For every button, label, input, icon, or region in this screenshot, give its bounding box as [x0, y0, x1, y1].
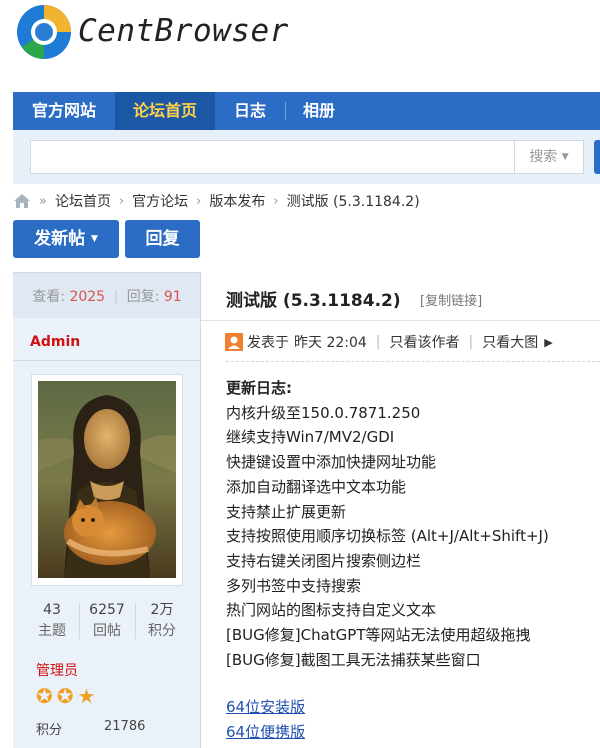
divider [135, 603, 136, 639]
views-label: 查看: [32, 289, 65, 305]
breadcrumb-separator: » [39, 193, 47, 209]
changelog-line: 多列书签中支持搜索 [226, 576, 362, 595]
changelog-line: 支持禁止扩展更新 [226, 502, 347, 521]
only-author-link[interactable]: 只看该作者 [390, 332, 460, 352]
changelog-line: [BUG修复]ChatGPT等网站无法使用超级拖拽 [226, 626, 531, 645]
copy-link[interactable]: [复制链接] [420, 290, 482, 309]
nav-item-official-site[interactable]: 官方网站 [13, 92, 115, 130]
stat-value: 43 [43, 602, 61, 618]
replies-count: 91 [163, 289, 182, 305]
changelog-line: 热门网站的图标支持自定义文本 [226, 601, 437, 620]
centbrowser-logo-icon [17, 5, 71, 59]
breadcrumb-separator: › [196, 193, 202, 209]
divider: | [375, 334, 381, 350]
star-icon: ★ [77, 684, 100, 708]
home-icon[interactable] [13, 193, 31, 209]
author-name[interactable]: Admin [30, 334, 80, 350]
credits-value: 21786 [104, 719, 146, 734]
stat-value: 6257 [89, 602, 125, 618]
rank-stars: ✪✪★ [36, 684, 99, 708]
changelog-line: 快捷键设置中添加快捷网址功能 [226, 453, 437, 472]
divider [79, 603, 80, 639]
author-credits-stat[interactable]: 2万 积分 [137, 600, 187, 642]
post-meta: 发表于 昨天 22:04 | 只看该作者 | 只看大图 ▶ [225, 332, 553, 352]
thread-stats: 查看: 2025 | 回复: 91 [32, 289, 182, 305]
stat-label: 回帖 [93, 623, 121, 639]
star-icon: ✪ [36, 684, 57, 708]
search-input[interactable] [30, 140, 514, 174]
author-topics-stat[interactable]: 43 主题 [27, 600, 77, 642]
breadcrumb-release[interactable]: 版本发布 [209, 191, 265, 211]
breadcrumb-current[interactable]: 测试版 (5.3.1184.2) [287, 191, 420, 211]
divider [13, 360, 201, 361]
main-nav: 官方网站 论坛首页 日志 相册 [13, 92, 600, 130]
breadcrumb-separator: › [273, 193, 279, 209]
changelog-line: 支持右键关闭图片搜索侧边栏 [226, 551, 422, 570]
post-content: 更新日志: 内核升级至150.0.7871.250 继续支持Win7/MV2/G… [226, 376, 549, 672]
changelog-line: 支持按照使用顺序切换标签 (Alt+J/Alt+Shift+J) [226, 527, 549, 546]
nav-item-log[interactable]: 日志 [215, 92, 285, 130]
stat-value: 2万 [150, 602, 174, 618]
divider: | [468, 334, 474, 350]
logo-text: CentBrowser [78, 13, 289, 49]
search-type-label: 搜索 [529, 149, 558, 165]
search-type-dropdown[interactable]: 搜索 ▼ [514, 140, 584, 174]
chevron-down-icon: ▼ [91, 234, 98, 244]
search-submit-button[interactable] [594, 140, 600, 174]
nav-item-album[interactable]: 相册 [286, 92, 352, 130]
divider [226, 361, 600, 362]
new-post-label: 发新帖 [34, 229, 86, 249]
changelog-line: 内核升级至150.0.7871.250 [226, 403, 421, 422]
replies-label: 回复: [126, 289, 160, 305]
download-64bit-installer-link[interactable]: 64位安装版 [226, 696, 305, 717]
reply-button[interactable]: 回复 [125, 220, 200, 258]
column-divider [200, 272, 201, 748]
credits-label: 积分 [36, 723, 63, 738]
author-replies-stat[interactable]: 6257 回帖 [82, 600, 132, 642]
download-64bit-portable-link[interactable]: 64位便携版 [226, 721, 305, 742]
stat-label: 主题 [38, 623, 66, 639]
views-count: 2025 [69, 289, 106, 305]
avatar-image [38, 381, 176, 578]
thread-title: 测试版 (5.3.1184.2) [226, 291, 401, 311]
posted-time: 昨天 22:04 [294, 335, 367, 351]
changelog-line: 添加自动翻译选中文本功能 [226, 477, 407, 496]
divider [201, 320, 600, 321]
posted-label: 发表于 [247, 335, 289, 351]
chevron-down-icon: ▼ [561, 152, 569, 162]
breadcrumb: » 论坛首页 › 官方论坛 › 版本发布 › 测试版 (5.3.1184.2) [13, 190, 420, 212]
changelog-line: [BUG修复]截图工具无法捕获某些窗口 [226, 650, 481, 669]
nav-item-forum-home[interactable]: 论坛首页 [115, 92, 215, 130]
stat-label: 积分 [148, 623, 176, 639]
changelog-line: 继续支持Win7/MV2/GDI [226, 428, 395, 447]
breadcrumb-forum-home[interactable]: 论坛首页 [55, 191, 111, 211]
new-post-button[interactable]: 发新帖 ▼ [13, 220, 119, 258]
user-group[interactable]: 管理员 [36, 660, 78, 680]
star-icon: ✪ [56, 684, 78, 708]
breadcrumb-separator: › [118, 193, 125, 209]
breadcrumb-official-forum[interactable]: 官方论坛 [132, 191, 188, 211]
triangle-right-icon: ▶ [544, 335, 553, 349]
user-icon [225, 333, 243, 351]
changelog-heading: 更新日志: [226, 379, 292, 397]
site-logo[interactable]: CentBrowser [16, 4, 306, 60]
large-image-link[interactable]: 只看大图 [482, 332, 538, 352]
